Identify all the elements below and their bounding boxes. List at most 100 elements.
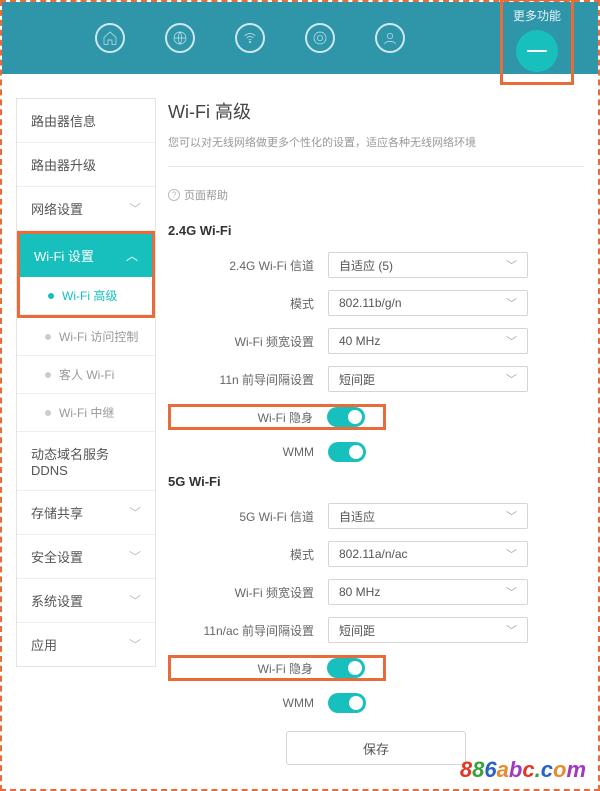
- wifi-hide-5g-highlight: Wi-Fi 隐身: [168, 655, 386, 681]
- sidebar-item-label: 网络设置: [31, 199, 83, 218]
- chevron-down-icon: ﹀: [506, 584, 517, 600]
- sidebar-item-label: 动态域名服务 DDNS: [31, 444, 141, 478]
- label-5g-wifi-hide: Wi-Fi 隐身: [171, 660, 327, 677]
- toggle-5g-wmm[interactable]: [328, 693, 366, 713]
- select-24g-bandwidth[interactable]: 40 MHz ﹀: [328, 328, 528, 354]
- divider: [168, 166, 584, 167]
- dot-icon: [48, 293, 54, 299]
- sidebar-item-wifi[interactable]: Wi-Fi 设置 ︿: [20, 234, 152, 277]
- chevron-down-icon: ﹀: [129, 548, 141, 565]
- select-5g-mode[interactable]: 802.11a/n/ac ﹀: [328, 541, 528, 567]
- select-24g-preamble[interactable]: 短间距 ﹀: [328, 366, 528, 392]
- label-5g-wmm: WMM: [168, 696, 328, 710]
- sidebar-subitem-wifi-access-control[interactable]: Wi-Fi 访问控制: [17, 318, 155, 356]
- select-value: 80 MHz: [339, 585, 380, 599]
- sidebar-item-label: 客人 Wi-Fi: [59, 366, 114, 383]
- sidebar-item-label: 路由器信息: [31, 111, 96, 130]
- chevron-down-icon: ﹀: [506, 508, 517, 524]
- wifi-icon[interactable]: [235, 23, 265, 53]
- sidebar-item-label: Wi-Fi 高级: [62, 287, 117, 304]
- select-value: 802.11b/g/n: [339, 296, 402, 310]
- toggle-24g-wmm[interactable]: [328, 442, 366, 462]
- page-description: 您可以对无线网络做更多个性化的设置，适应各种无线网络环境: [168, 134, 584, 150]
- chevron-down-icon: ﹀: [506, 333, 517, 349]
- sidebar-item-label: 存储共享: [31, 503, 83, 522]
- chevron-down-icon: ﹀: [506, 371, 517, 387]
- sidebar-item-storage[interactable]: 存储共享 ﹀: [17, 491, 155, 535]
- select-5g-preamble[interactable]: 短间距 ﹀: [328, 617, 528, 643]
- page-title: Wi-Fi 高级: [168, 98, 584, 124]
- chevron-down-icon: ﹀: [129, 200, 141, 217]
- sidebar-item-label: 路由器升级: [31, 155, 96, 174]
- save-button-label: 保存: [363, 739, 389, 758]
- sidebar-item-security[interactable]: 安全设置 ﹀: [17, 535, 155, 579]
- select-value: 短间距: [339, 622, 375, 639]
- sidebar-item-system[interactable]: 系统设置 ﹀: [17, 579, 155, 623]
- label-24g-mode: 模式: [168, 295, 328, 312]
- select-5g-bandwidth[interactable]: 80 MHz ﹀: [328, 579, 528, 605]
- top-nav: 更多功能: [2, 2, 598, 74]
- chevron-up-icon: ︿: [126, 247, 138, 264]
- select-5g-channel[interactable]: 自适应﹀: [328, 503, 528, 529]
- toggle-5g-wifi-hide[interactable]: [327, 658, 365, 678]
- label-5g-mode: 模式: [168, 546, 328, 563]
- chevron-down-icon: ﹀: [506, 622, 517, 638]
- label-5g-preamble: 11n/ac 前导间隔设置: [168, 622, 328, 639]
- more-menu-button[interactable]: [516, 30, 558, 72]
- wifi-hide-24g-highlight: Wi-Fi 隐身: [168, 404, 386, 430]
- sidebar-item-label: Wi-Fi 访问控制: [59, 328, 138, 345]
- label-5g-bandwidth: Wi-Fi 频宽设置: [168, 584, 328, 601]
- chevron-down-icon: ﹀: [506, 546, 517, 562]
- select-24g-mode[interactable]: 802.11b/g/n ﹀: [328, 290, 528, 316]
- sidebar-item-label: 系统设置: [31, 591, 83, 610]
- sidebar-item-ddns[interactable]: 动态域名服务 DDNS: [17, 432, 155, 491]
- save-button[interactable]: 保存: [286, 731, 466, 765]
- devices-icon[interactable]: [305, 23, 335, 53]
- main-panel: Wi-Fi 高级 您可以对无线网络做更多个性化的设置，适应各种无线网络环境 ? 页…: [168, 98, 584, 765]
- page-help-link[interactable]: ? 页面帮助: [168, 187, 584, 203]
- sidebar-item-app[interactable]: 应用 ﹀: [17, 623, 155, 666]
- label-24g-wifi-hide: Wi-Fi 隐身: [171, 409, 327, 426]
- chevron-down-icon: ﹀: [506, 257, 517, 273]
- dot-icon: [45, 334, 51, 340]
- select-value: 802.11a/n/ac: [339, 547, 408, 561]
- select-value: 短间距: [339, 371, 375, 388]
- section-title-5g: 5G Wi-Fi: [168, 474, 584, 489]
- dot-icon: [45, 372, 51, 378]
- select-value: 40 MHz: [339, 334, 380, 348]
- watermark: 886abc.com: [460, 757, 586, 783]
- dot-icon: [45, 410, 51, 416]
- label-24g-channel: 2.4G Wi-Fi 信道: [168, 257, 328, 274]
- sidebar-item-label: 应用: [31, 635, 57, 654]
- label-5g-channel: 5G Wi-Fi 信道: [168, 508, 328, 525]
- select-24g-channel[interactable]: 自适应 (5) ﹀: [328, 252, 528, 278]
- chevron-down-icon: ﹀: [129, 504, 141, 521]
- sidebar-item-label: Wi-Fi 设置: [34, 246, 94, 265]
- home-icon[interactable]: [95, 23, 125, 53]
- label-24g-wmm: WMM: [168, 445, 328, 459]
- help-icon: ?: [168, 189, 180, 201]
- globe-icon[interactable]: [165, 23, 195, 53]
- select-value: 自适应 (5): [339, 257, 393, 274]
- chevron-down-icon: ﹀: [506, 295, 517, 311]
- user-icon[interactable]: [375, 23, 405, 53]
- more-menu-highlight: 更多功能: [500, 0, 574, 85]
- sidebar-subitem-guest-wifi[interactable]: 客人 Wi-Fi: [17, 356, 155, 394]
- sidebar-subitem-wifi-advanced[interactable]: Wi-Fi 高级: [20, 277, 152, 315]
- label-24g-bandwidth: Wi-Fi 频宽设置: [168, 333, 328, 350]
- sidebar: 路由器信息 路由器升级 网络设置 ﹀ Wi-Fi 设置 ︿ Wi-Fi 高级 Wi-…: [16, 98, 156, 667]
- help-label: 页面帮助: [184, 187, 228, 203]
- more-menu-label: 更多功能: [513, 7, 561, 24]
- label-24g-preamble: 11n 前导间隔设置: [168, 371, 328, 388]
- sidebar-subitem-wifi-repeat[interactable]: Wi-Fi 中继: [17, 394, 155, 432]
- sidebar-item-router-info[interactable]: 路由器信息: [17, 99, 155, 143]
- chevron-down-icon: ﹀: [129, 636, 141, 653]
- wifi-settings-highlight: Wi-Fi 设置 ︿ Wi-Fi 高级: [17, 231, 155, 318]
- sidebar-item-label: 安全设置: [31, 547, 83, 566]
- sidebar-item-router-upgrade[interactable]: 路由器升级: [17, 143, 155, 187]
- sidebar-item-label: Wi-Fi 中继: [59, 404, 114, 421]
- toggle-24g-wifi-hide[interactable]: [327, 407, 365, 427]
- sidebar-item-network[interactable]: 网络设置 ﹀: [17, 187, 155, 231]
- chevron-down-icon: ﹀: [129, 592, 141, 609]
- hamburger-icon: [527, 50, 547, 52]
